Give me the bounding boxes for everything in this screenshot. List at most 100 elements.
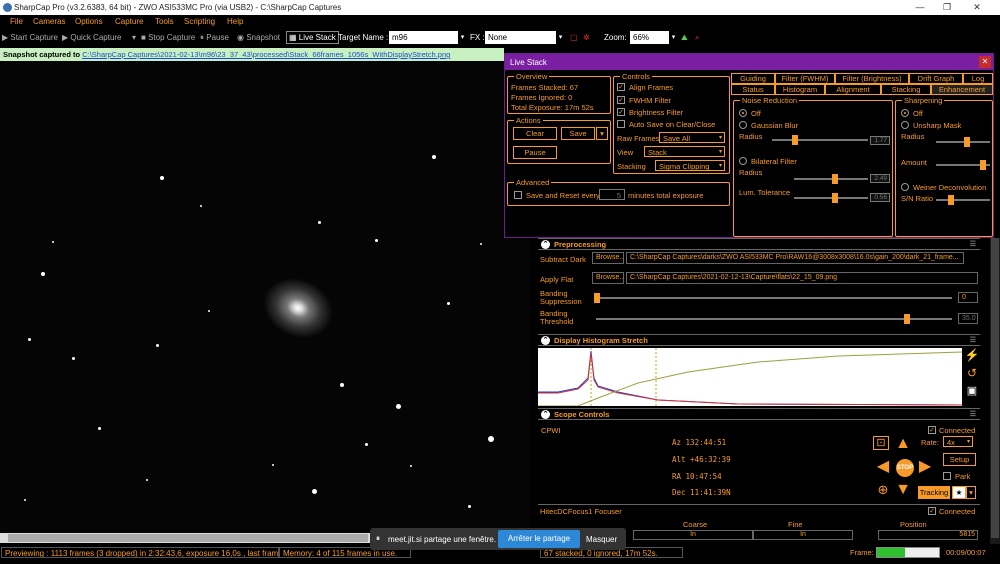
scrollbar-thumb[interactable]	[8, 534, 368, 542]
banding-suppression-value[interactable]: 0	[958, 292, 978, 303]
scope-connected-checkbox[interactable]: ✓	[928, 426, 936, 434]
sharpen-radius-slider[interactable]	[936, 137, 990, 147]
gaussian-radius-value[interactable]: 1.77	[870, 136, 890, 145]
zoom-select[interactable]: 66% ▾	[630, 31, 678, 44]
fine-in-button[interactable]: In	[753, 530, 853, 540]
menu-tools[interactable]: Tools	[155, 17, 174, 26]
noise-off-radio[interactable]	[739, 109, 747, 117]
collapse-icon[interactable]: ⌃	[541, 410, 550, 419]
close-window-button[interactable]: ✕	[967, 2, 987, 13]
bilateral-radius-value[interactable]: 2.49	[870, 174, 890, 183]
stop-sharing-button[interactable]: Arrêter le partage	[498, 530, 580, 548]
quick-capture-button[interactable]: ▶ Quick Capture	[62, 33, 122, 42]
view-select[interactable]: Stack ▾	[644, 146, 725, 157]
maximize-button[interactable]: ❐	[937, 2, 957, 13]
close-icon[interactable]: ✕	[979, 56, 991, 68]
menu-icon[interactable]: ☰	[970, 240, 976, 248]
rate-select[interactable]: 4x ▾	[943, 436, 973, 447]
mountain-icon[interactable]: ⛰	[681, 33, 688, 43]
tab-guiding[interactable]: Guiding	[731, 73, 775, 84]
south-arrow-button[interactable]: ▼	[894, 481, 912, 499]
zoom-search-icon[interactable]: ⌕	[695, 33, 699, 43]
tab-filter-fwhm[interactable]: Filter (FWHM)	[775, 73, 835, 84]
unsharp-mask-radio[interactable]	[901, 121, 909, 129]
fwhm-filter-checkbox[interactable]: ✓	[617, 96, 625, 104]
lum-tolerance-slider[interactable]	[794, 193, 868, 203]
bilateral-filter-radio[interactable]	[739, 157, 747, 165]
star-icon[interactable]: ★	[952, 486, 966, 499]
dark-browse-button[interactable]: Browse...	[592, 252, 624, 264]
sn-ratio-slider[interactable]	[936, 195, 990, 205]
reticle-icon[interactable]: ▢	[570, 33, 578, 42]
pause-share-icon[interactable]: ⏸	[376, 534, 380, 544]
tab-log[interactable]: Log	[963, 73, 993, 84]
camera-preview-image[interactable]	[0, 61, 530, 534]
snapshot-path-link[interactable]: C:\SharpCap Captures\2021-02-13\m96\23_3…	[82, 50, 450, 59]
sharpen-amount-slider[interactable]	[936, 160, 990, 170]
lightning-icon[interactable]: ⚡	[963, 346, 981, 364]
weiner-deconvolution-radio[interactable]	[901, 183, 909, 191]
save-options-chevron-icon[interactable]: ▾	[596, 127, 608, 140]
menu-options[interactable]: Options	[75, 17, 103, 26]
menu-file[interactable]: File	[10, 17, 23, 26]
raw-frames-select[interactable]: Save All ▾	[659, 132, 725, 143]
flat-path-field[interactable]: C:\SharpCap Captures\2021-02-12-13\Captu…	[626, 272, 978, 284]
tab-histogram[interactable]: Histogram	[775, 84, 825, 95]
menu-capture[interactable]: Capture	[115, 17, 143, 26]
gaussian-blur-radio[interactable]	[739, 121, 747, 129]
north-arrow-button[interactable]: ▲	[894, 435, 912, 453]
pause-button[interactable]: ⏸ Pause	[200, 33, 229, 43]
snapshot-button[interactable]: ◉ Snapshot	[237, 33, 280, 42]
minimize-button[interactable]: —	[910, 2, 930, 12]
menu-help[interactable]: Help	[227, 17, 243, 26]
minutes-stepper[interactable]: 5	[599, 189, 625, 200]
flat-browse-button[interactable]: Browse...	[592, 272, 624, 284]
chevron-down-icon[interactable]: ▾	[966, 486, 976, 499]
tab-filter-brightness[interactable]: Filter (Brightness)	[835, 73, 909, 84]
clear-button[interactable]: Clear	[513, 127, 557, 140]
bilateral-radius-slider[interactable]	[794, 174, 868, 184]
banding-suppression-slider[interactable]	[594, 293, 952, 303]
target-crosshair-icon[interactable]: ⊕	[874, 481, 892, 499]
dark-path-field[interactable]: C:\SharpCap Captures\darks\ZWO ASI533MC …	[626, 252, 964, 264]
fx-select[interactable]: None ▾	[485, 31, 565, 44]
target-name-input[interactable]: m96 ▾	[389, 31, 467, 44]
save-button[interactable]: Save	[561, 127, 595, 140]
panel-vertical-scrollbar[interactable]	[990, 238, 1000, 544]
chevron-down-icon[interactable]: ▾	[132, 33, 136, 42]
lum-tolerance-value[interactable]: 0.56	[870, 193, 890, 202]
preprocessing-header[interactable]: ⌃ Preprocessing ☰	[538, 238, 980, 250]
scope-controls-header[interactable]: ⌃ Scope Controls ☰	[538, 408, 980, 420]
crosshair-icon[interactable]: ✲	[583, 33, 590, 42]
brightness-filter-checkbox[interactable]: ✓	[617, 108, 625, 116]
gaussian-radius-slider[interactable]	[772, 135, 868, 145]
live-stack-button[interactable]: ▦ Live Stack	[286, 31, 339, 44]
reset-icon[interactable]: ↺	[963, 364, 981, 382]
collapse-icon[interactable]: ⌃	[541, 240, 550, 249]
tab-alignment[interactable]: Alignment	[825, 84, 881, 95]
save-reset-checkbox[interactable]	[514, 191, 522, 199]
histogram-stretch-graph[interactable]	[538, 348, 962, 406]
east-arrow-button[interactable]: ▶	[916, 458, 934, 476]
tab-status[interactable]: Status	[731, 84, 775, 95]
menu-icon[interactable]: ☰	[970, 336, 976, 344]
focuser-connected-checkbox[interactable]: ✓	[928, 507, 936, 515]
banding-threshold-value[interactable]: 35.0	[958, 313, 978, 324]
save-disk-icon[interactable]: ▣	[963, 382, 981, 400]
banding-threshold-slider[interactable]	[596, 314, 952, 324]
menu-icon[interactable]: ☰	[970, 410, 976, 418]
tab-enhancement[interactable]: Enhancement	[931, 84, 993, 95]
histogram-stretch-header[interactable]: ⌃ Display Histogram Stretch ☰	[538, 334, 980, 346]
focuser-position-value[interactable]: 5815	[878, 530, 978, 540]
scope-setup-button[interactable]: Setup	[943, 453, 976, 466]
menu-scripting[interactable]: Scripting	[184, 17, 215, 26]
hide-share-button[interactable]: Masquer	[586, 535, 617, 544]
park-checkbox[interactable]	[943, 472, 951, 480]
goto-icon[interactable]: ⊡	[873, 436, 889, 450]
menu-cameras[interactable]: Cameras	[33, 17, 65, 26]
pause-stack-button[interactable]: Pause	[513, 146, 557, 159]
tracking-button[interactable]: Tracking	[918, 486, 950, 499]
stacking-select[interactable]: Sigma Clipping ▾	[655, 160, 725, 171]
tab-drift-graph[interactable]: Drift Graph	[909, 73, 963, 84]
start-capture-button[interactable]: ▶ Start Capture	[2, 33, 58, 42]
